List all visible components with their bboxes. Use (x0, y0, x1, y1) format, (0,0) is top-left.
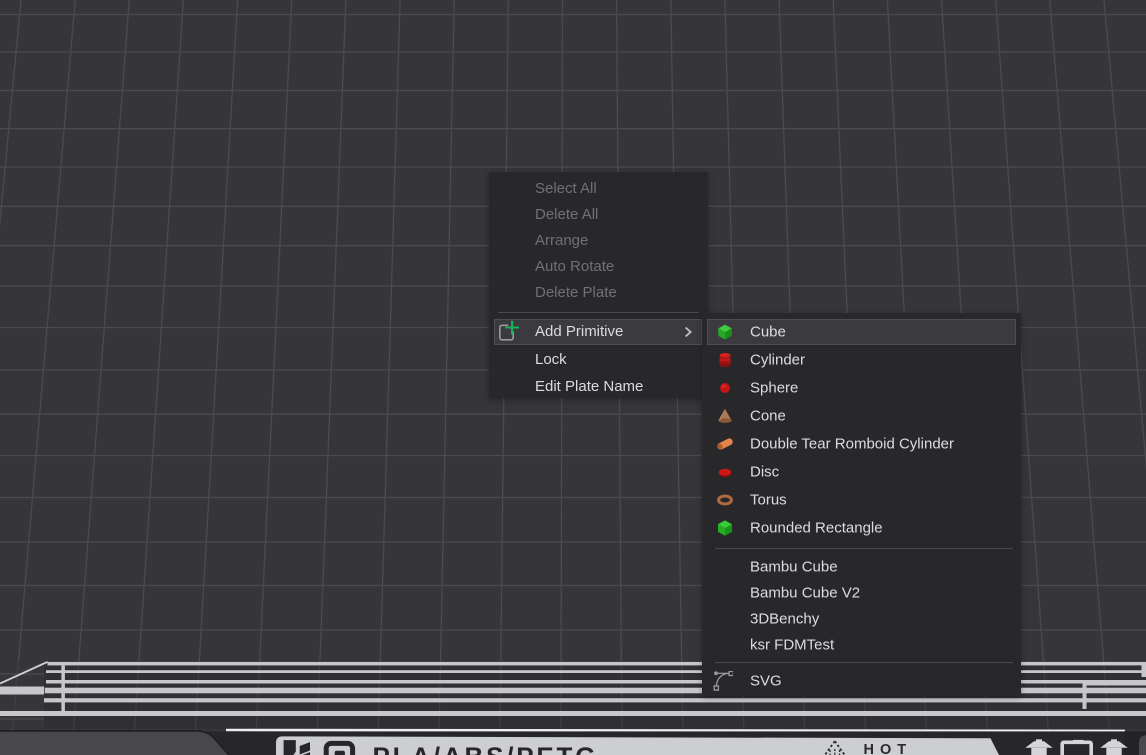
svg-text:PLA/ABS/PETG: PLA/ABS/PETG (373, 742, 599, 755)
svg-text:HOT: HOT (864, 742, 913, 755)
